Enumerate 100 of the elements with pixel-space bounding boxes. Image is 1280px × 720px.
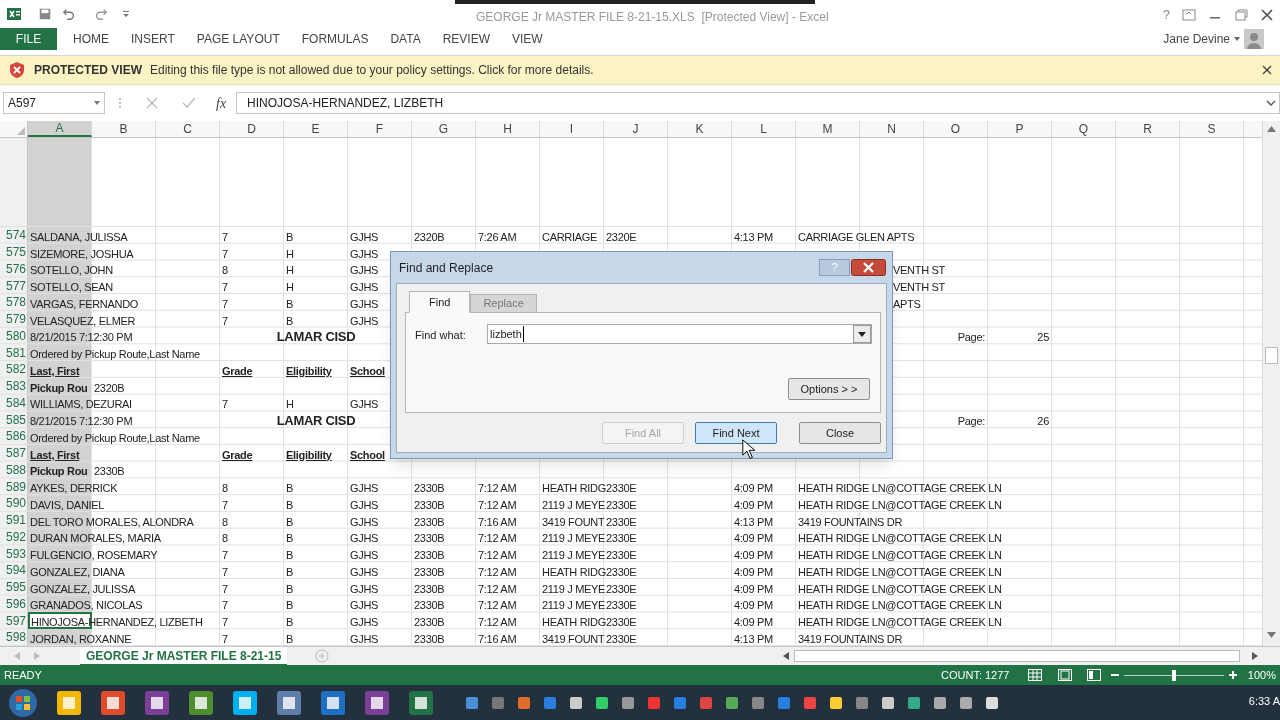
find-what-field[interactable]: lizbeth	[487, 324, 872, 344]
column-header[interactable]: C	[156, 121, 220, 137]
ribbon-tab[interactable]: VIEW	[504, 28, 551, 50]
sheet-tab[interactable]: GEORGE Jr MASTER FILE 8-21-15	[80, 646, 288, 666]
row-number[interactable]: 589	[0, 478, 28, 495]
column-header[interactable]: K	[668, 121, 732, 137]
row-number[interactable]: 592	[0, 528, 28, 546]
ribbon-tab[interactable]: PAGE LAYOUT	[188, 28, 288, 50]
scroll-right-icon[interactable]	[1252, 652, 1258, 660]
row-number[interactable]: 594	[0, 562, 28, 579]
column-header[interactable]: H	[476, 121, 540, 137]
tray-icon[interactable]	[880, 694, 896, 711]
enter-check-icon[interactable]	[182, 97, 196, 109]
scroll-thumb[interactable]	[794, 650, 1240, 662]
column-header[interactable]: D	[220, 121, 284, 137]
row-number[interactable]: 588	[0, 461, 28, 479]
taskbar-app-icon[interactable]	[144, 689, 170, 716]
help-button[interactable]: ?	[1162, 5, 1170, 25]
column-header[interactable]: M	[796, 121, 860, 137]
scroll-thumb[interactable]	[1265, 347, 1278, 364]
taskbar-clock[interactable]: 6:33 A	[1248, 693, 1280, 710]
vertical-scrollbar[interactable]	[1262, 121, 1280, 646]
row-number[interactable]: 598	[0, 629, 28, 646]
taskbar-app-icon[interactable]	[364, 689, 390, 716]
page-break-icon[interactable]	[1087, 669, 1101, 681]
formula-input[interactable]: HINOJOSA-HERNANDEZ, LIZBETH	[236, 92, 1280, 114]
dialog-button[interactable]: Find Next	[695, 422, 777, 444]
column-header[interactable]: R	[1116, 121, 1180, 137]
column-header[interactable]: G	[412, 121, 476, 137]
scroll-left-icon[interactable]	[783, 652, 789, 660]
normal-view-icon[interactable]	[1028, 669, 1042, 681]
zoom-percent[interactable]: 100%	[1247, 666, 1276, 684]
row-number[interactable]: 586	[0, 428, 28, 445]
column-header[interactable]: I	[540, 121, 604, 137]
column-header[interactable]: L	[732, 121, 796, 137]
taskbar-app-icon[interactable]	[56, 689, 82, 716]
taskbar-app-icon[interactable]	[276, 689, 302, 716]
row-number[interactable]: 590	[0, 495, 28, 512]
row-number[interactable]: 576	[0, 260, 28, 278]
tray-icon[interactable]	[724, 694, 740, 711]
tray-icon[interactable]	[828, 694, 844, 711]
row-number[interactable]: 579	[0, 310, 28, 328]
ribbon-tab[interactable]: REVIEW	[434, 28, 498, 50]
close-button-icon[interactable]	[851, 259, 886, 276]
ribbon-display-icon[interactable]	[1182, 8, 1196, 21]
row-number[interactable]: 578	[0, 294, 28, 311]
save-icon[interactable]	[38, 7, 52, 21]
row-number[interactable]: 593	[0, 545, 28, 562]
redo-icon[interactable]	[94, 7, 108, 21]
column-header[interactable]: J	[604, 121, 668, 137]
tray-icon[interactable]	[594, 694, 610, 711]
column-header[interactable]: N	[860, 121, 924, 137]
taskbar-app-icon[interactable]	[408, 689, 434, 716]
column-header[interactable]: P	[988, 121, 1052, 137]
page-layout-icon[interactable]	[1058, 669, 1072, 681]
column-header[interactable]: A	[28, 121, 92, 137]
row-number[interactable]: 582	[0, 361, 28, 378]
caret-icon[interactable]	[1234, 37, 1240, 41]
row-number[interactable]: 574	[0, 227, 28, 244]
row-number[interactable]: 591	[0, 511, 28, 529]
row-number[interactable]: 596	[0, 595, 28, 613]
dialog-tab[interactable]: Find	[409, 291, 471, 313]
column-header[interactable]: Q	[1052, 121, 1116, 137]
taskbar-app-icon[interactable]	[320, 689, 346, 716]
close-icon[interactable]	[1262, 65, 1272, 75]
zoom-in-icon[interactable]	[1229, 671, 1237, 679]
start-button-icon[interactable]	[8, 687, 38, 718]
dropdown-caret-icon[interactable]	[94, 101, 100, 105]
row-number[interactable]: 581	[0, 344, 28, 361]
ribbon-tab[interactable]: DATA	[382, 28, 429, 50]
dialog-button[interactable]: Close	[799, 422, 881, 444]
expand-caret-icon[interactable]	[1266, 100, 1276, 106]
insert-function-button[interactable]: fx	[216, 92, 227, 114]
row-number[interactable]: 577	[0, 277, 28, 294]
name-box[interactable]: A597	[3, 92, 105, 114]
tray-icon[interactable]	[984, 694, 1000, 711]
row-number[interactable]: 585	[0, 411, 28, 428]
customize-caret-icon[interactable]	[122, 10, 130, 18]
ribbon-tab[interactable]: FORMULAS	[293, 28, 377, 50]
taskbar-app-icon[interactable]	[188, 689, 214, 716]
row-number[interactable]: 597	[0, 612, 28, 629]
row-number[interactable]: 584	[0, 394, 28, 412]
protected-view-message[interactable]: Editing this file type is not allowed due to your policy settings. Click for more details.	[150, 61, 594, 79]
tray-icon[interactable]	[958, 694, 974, 711]
options-button[interactable]: Options > >	[788, 378, 870, 400]
tray-icon[interactable]	[568, 694, 584, 711]
taskbar-app-icon[interactable]	[232, 689, 258, 716]
tray-icon[interactable]	[516, 694, 532, 711]
account-name[interactable]: Jane Devine	[1163, 30, 1230, 48]
row-number[interactable]: 587	[0, 444, 28, 462]
column-header[interactable]: S	[1180, 121, 1244, 137]
ribbon-tab[interactable]: HOME	[65, 28, 117, 50]
column-header[interactable]: E	[284, 121, 348, 137]
tray-icon[interactable]	[464, 694, 480, 711]
zoom-slider-thumb[interactable]	[1172, 669, 1176, 681]
ribbon-tab[interactable]: INSERT	[123, 28, 183, 50]
row-number[interactable]: 583	[0, 377, 28, 395]
taskbar-app-icon[interactable]	[100, 689, 126, 716]
scroll-down-icon[interactable]	[1267, 632, 1276, 638]
tray-icon[interactable]	[620, 694, 636, 711]
